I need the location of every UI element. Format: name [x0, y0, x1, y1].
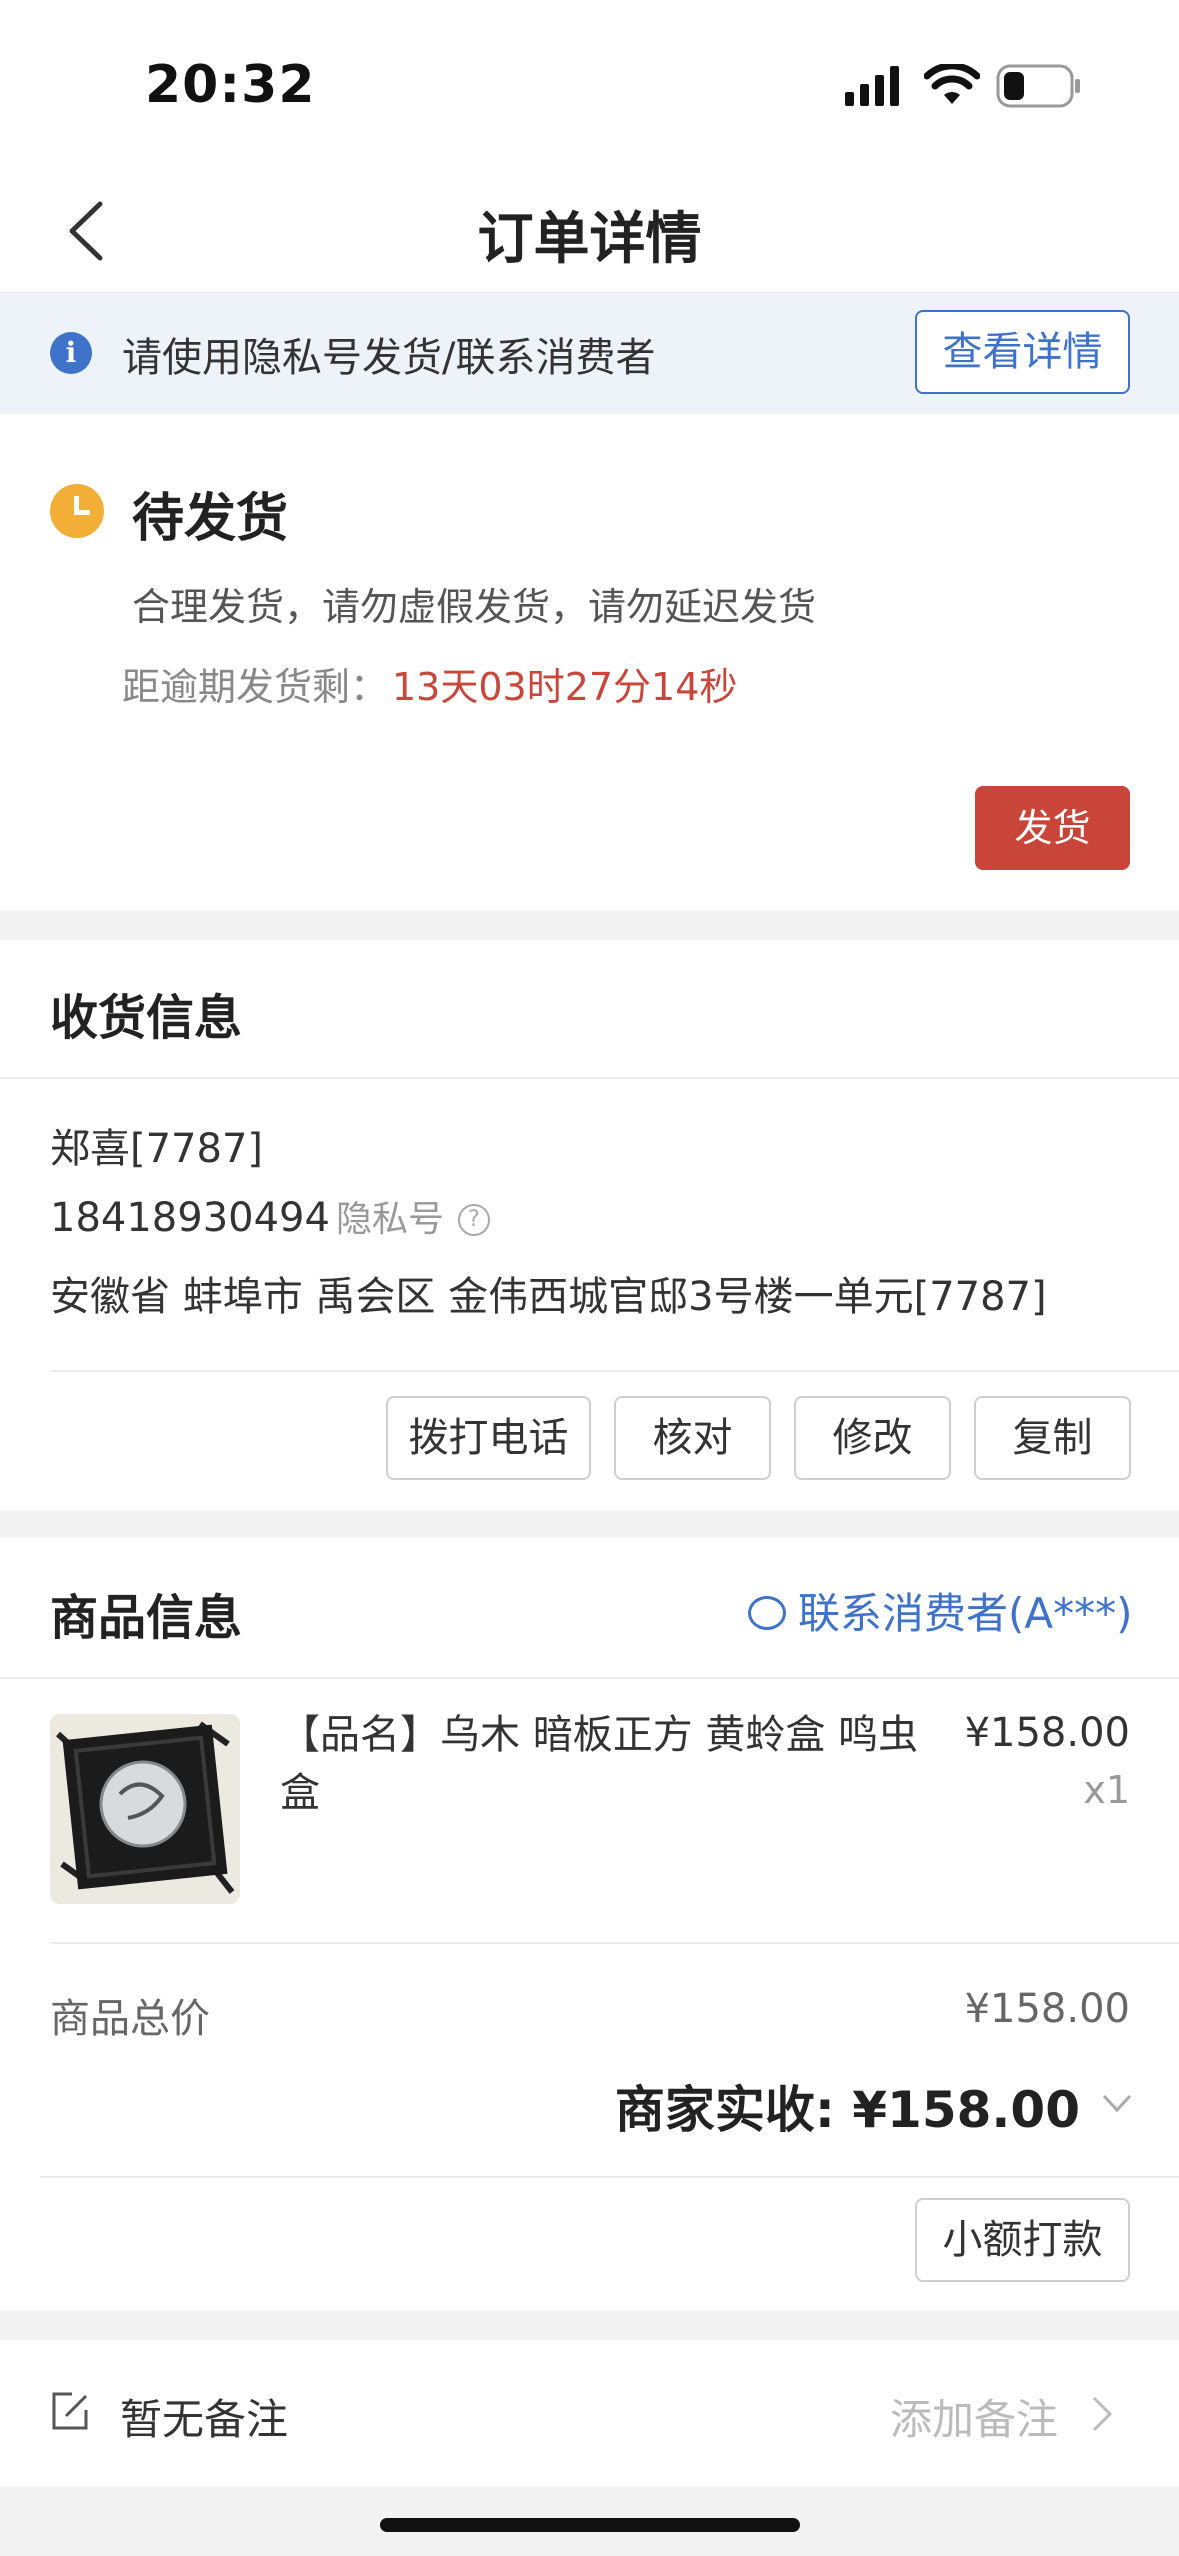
divider	[50, 1370, 1179, 1372]
receiver-address: 安徽省 蚌埠市 禹会区 金伟西城官邸3号楼一单元[7787]	[50, 1274, 1047, 1320]
divider	[0, 1677, 1179, 1679]
chevron-right-icon	[1092, 2396, 1113, 2432]
goods-section-title: 商品信息	[50, 1590, 243, 1646]
product-price: ¥158.00	[964, 1710, 1130, 1756]
copy-button[interactable]: 复制	[974, 1396, 1131, 1480]
small-payment-button[interactable]: 小额打款	[915, 2198, 1130, 2282]
divider	[40, 2176, 1179, 2178]
privacy-notice-banner: i 请使用隐私号发货/联系消费者 查看详情	[0, 293, 1179, 413]
remark-row[interactable]: 暂无备注 添加备注	[0, 2340, 1179, 2486]
remark-text: 暂无备注	[120, 2395, 289, 2444]
receiver-info-card: 收货信息 郑喜[7787] 18418930494 隐私号? 安徽省 蚌埠市 禹会…	[0, 940, 1179, 1510]
countdown-label: 距逾期发货剩：	[122, 665, 389, 709]
contact-consumer-link[interactable]: 联系消费者(A***)	[748, 1580, 1133, 1641]
page-title: 订单详情	[477, 207, 702, 272]
product-name: 【品名】乌木 暗板正方 黄蛉盒 鸣虫盒	[280, 1712, 919, 1816]
chevron-down-icon[interactable]	[1100, 2086, 1134, 2120]
signal-icon	[845, 66, 899, 106]
privacy-number-tag: 隐私号	[335, 1199, 444, 1240]
merchant-received-amount: 商家实收: ¥158.00	[614, 2081, 1080, 2139]
view-details-button[interactable]: 查看详情	[915, 310, 1130, 394]
help-icon[interactable]: ?	[457, 1204, 490, 1236]
receiver-name: 郑喜[7787]	[50, 1126, 264, 1172]
order-status-card: 待发货 合理发货，请勿虚假发货，请勿延迟发货 距逾期发货剩： 13天03时27分…	[0, 414, 1179, 910]
product-quantity: x1	[1083, 1768, 1130, 1812]
order-status-desc: 合理发货，请勿虚假发货，请勿延迟发货	[132, 585, 817, 629]
verify-button[interactable]: 核对	[614, 1396, 771, 1480]
divider	[0, 1077, 1179, 1079]
edit-note-icon	[52, 2392, 88, 2430]
receiver-phone-row: 18418930494 隐私号?	[50, 1190, 490, 1242]
info-icon: i	[50, 332, 92, 374]
battery-icon	[996, 64, 1080, 108]
divider	[50, 1942, 1179, 1944]
contact-consumer-label: 联系消费者(A***)	[798, 1589, 1133, 1638]
receiver-section-title: 收货信息	[50, 990, 243, 1046]
countdown-value: 13天03时27分14秒	[392, 665, 738, 709]
edit-button[interactable]: 修改	[794, 1396, 951, 1480]
add-remark-link[interactable]: 添加备注	[890, 2386, 1058, 2447]
receiver-phone: 18418930494	[50, 1195, 330, 1241]
order-status-title: 待发货	[132, 489, 289, 549]
status-bar: 20:32	[0, 0, 1179, 170]
call-button[interactable]: 拨打电话	[386, 1396, 591, 1480]
ship-button[interactable]: 发货	[975, 786, 1130, 870]
status-time: 20:32	[145, 55, 316, 115]
clock-icon	[50, 484, 104, 538]
goods-total-value: ¥158.00	[964, 1986, 1130, 2032]
home-indicator	[380, 2518, 800, 2532]
nav-bar: 订单详情	[0, 170, 1179, 293]
wifi-icon	[924, 64, 980, 104]
notice-text: 请使用隐私号发货/联系消费者	[122, 335, 656, 381]
product-thumbnail[interactable]	[50, 1714, 240, 1904]
goods-info-card: 商品信息 联系消费者(A***) 【品名】乌木 暗板正方 黄蛉盒 鸣虫盒 ¥15…	[0, 1538, 1179, 2310]
goods-total-label: 商品总价	[50, 1996, 210, 2042]
chat-icon	[748, 1595, 786, 1630]
